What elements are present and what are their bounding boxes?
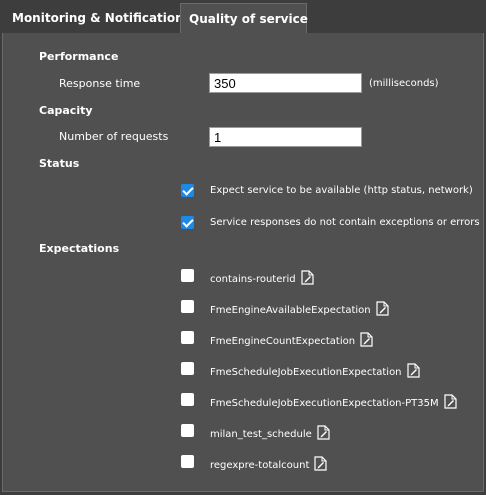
- response-time-unit: (milliseconds): [369, 78, 439, 89]
- expectation-row: contains-routerid: [3, 268, 483, 285]
- expectation-row: FmeScheduleJobExecutionExpectation-PT35M: [3, 392, 483, 409]
- expectation-label: FmeScheduleJobExecutionExpectation-PT35M: [210, 394, 457, 412]
- expectation-label: contains-routerid: [210, 270, 314, 288]
- expectation-label: FmeEngineAvailableExpectation: [210, 301, 389, 319]
- edit-document-icon[interactable]: [444, 394, 457, 412]
- edit-document-icon[interactable]: [360, 332, 373, 350]
- expectation-label: milan_test_schedule: [210, 425, 330, 443]
- expectation-row: milan_test_schedule: [3, 423, 483, 440]
- expectation-name: contains-routerid: [210, 274, 296, 285]
- expectation-name: milan_test_schedule: [210, 429, 312, 440]
- expectation-checkbox[interactable]: [181, 300, 194, 313]
- response-time-input[interactable]: [209, 73, 362, 93]
- tab-bar: Monitoring & Notification Quality of ser…: [2, 3, 484, 34]
- expectation-row: FmeEngineCountExpectation: [3, 330, 483, 347]
- expectation-label: regexpre-totalcount: [210, 456, 327, 474]
- number-of-requests-input[interactable]: [209, 127, 362, 147]
- expectation-row: FmeEngineAvailableExpectation: [3, 299, 483, 316]
- capacity-title: Capacity: [39, 104, 93, 117]
- expectation-checkbox[interactable]: [181, 424, 194, 437]
- expectation-checkbox[interactable]: [181, 393, 194, 406]
- tab-monitoring-notification[interactable]: Monitoring & Notification: [4, 3, 184, 34]
- expectation-name: FmeEngineAvailableExpectation: [210, 305, 371, 316]
- edit-document-icon[interactable]: [314, 456, 327, 474]
- number-of-requests-label: Number of requests: [59, 130, 169, 143]
- performance-title: Performance: [39, 50, 119, 63]
- edit-document-icon[interactable]: [376, 301, 389, 319]
- status-checkbox-available[interactable]: [181, 184, 194, 197]
- expectation-name: FmeScheduleJobExecutionExpectation-PT35M: [210, 398, 439, 409]
- status-label-available: Expect service to be available (http sta…: [210, 185, 473, 196]
- response-time-label: Response time: [59, 77, 141, 90]
- status-label-no-exceptions: Service responses do not contain excepti…: [210, 217, 480, 228]
- expectation-label: FmeEngineCountExpectation: [210, 332, 373, 350]
- status-checkbox-no-exceptions[interactable]: [181, 216, 194, 229]
- quality-of-service-panel: Performance Response time (milliseconds)…: [2, 33, 484, 492]
- expectation-checkbox[interactable]: [181, 362, 194, 375]
- expectation-checkbox[interactable]: [181, 269, 194, 282]
- expectation-row: regexpre-totalcount: [3, 454, 483, 471]
- expectation-name: FmeEngineCountExpectation: [210, 336, 356, 347]
- expectations-title: Expectations: [39, 242, 120, 255]
- status-title: Status: [39, 157, 80, 170]
- edit-document-icon[interactable]: [317, 425, 330, 443]
- expectation-checkbox[interactable]: [181, 331, 194, 344]
- expectation-checkbox[interactable]: [181, 455, 194, 468]
- expectation-label: FmeScheduleJobExecutionExpectation: [210, 363, 420, 381]
- expectation-name: FmeScheduleJobExecutionExpectation: [210, 367, 402, 378]
- expectation-row: FmeScheduleJobExecutionExpectation: [3, 361, 483, 378]
- edit-document-icon[interactable]: [406, 363, 420, 381]
- edit-document-icon[interactable]: [301, 270, 314, 288]
- expectation-name: regexpre-totalcount: [210, 460, 310, 471]
- tab-quality-of-service[interactable]: Quality of service: [180, 3, 308, 34]
